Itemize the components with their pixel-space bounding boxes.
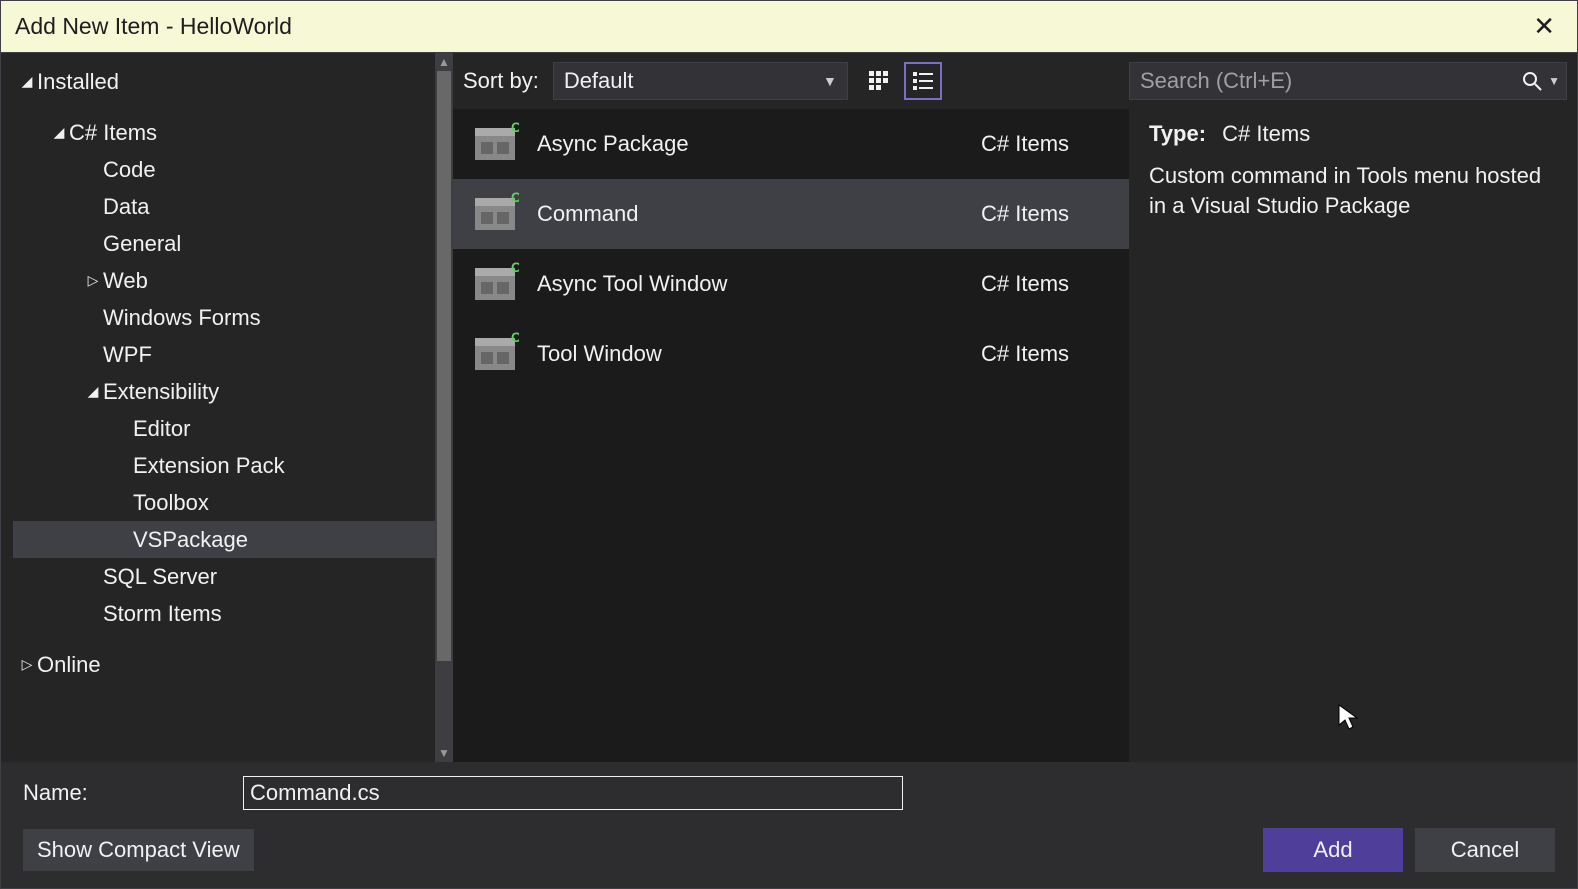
package-icon: C#	[471, 190, 519, 238]
svg-text:C#: C#	[511, 190, 519, 205]
tree-label: General	[103, 231, 181, 257]
tree-scrollbar[interactable]: ▲ ▼	[435, 53, 453, 762]
template-description: Custom command in Tools menu hosted in a…	[1149, 161, 1557, 220]
main-area: ◢ Installed ◢ C# Items Code Data	[1, 53, 1577, 762]
search-icon	[1522, 71, 1542, 91]
chevron-down-icon: ◢	[49, 124, 69, 141]
sortby-label: Sort by:	[463, 68, 539, 94]
template-name: Tool Window	[537, 341, 963, 367]
tree-item-online[interactable]: ▷ Online	[13, 646, 435, 683]
tree-item-data[interactable]: Data	[13, 188, 435, 225]
tree-item-extpack[interactable]: Extension Pack	[13, 447, 435, 484]
tree-item-storm[interactable]: Storm Items	[13, 595, 435, 632]
chevron-down-icon[interactable]: ▼	[1548, 74, 1560, 88]
tree-label: Windows Forms	[103, 305, 261, 331]
window-title: Add New Item - HelloWorld	[15, 13, 292, 40]
template-category: C# Items	[981, 341, 1111, 367]
tree-label: Web	[103, 268, 148, 294]
grid-view-button[interactable]	[860, 62, 898, 100]
scroll-up-icon[interactable]: ▲	[435, 53, 453, 71]
name-input[interactable]	[243, 776, 903, 810]
tree-item-winforms[interactable]: Windows Forms	[13, 299, 435, 336]
tree-item-sqlserver[interactable]: SQL Server	[13, 558, 435, 595]
template-category: C# Items	[981, 201, 1111, 227]
template-name: Command	[537, 201, 963, 227]
name-row: Name:	[23, 776, 1555, 810]
tree-item-extensibility[interactable]: ◢ Extensibility	[13, 373, 435, 410]
chevron-right-icon: ▷	[17, 656, 37, 673]
category-tree[interactable]: ◢ Installed ◢ C# Items Code Data	[1, 53, 435, 762]
tree-item-web[interactable]: ▷ Web	[13, 262, 435, 299]
dialog-body: ◢ Installed ◢ C# Items Code Data	[1, 53, 1577, 888]
tree-label: C# Items	[69, 120, 157, 146]
template-row-command[interactable]: C# Command C# Items	[453, 179, 1129, 249]
view-mode-toggle	[860, 62, 942, 100]
template-category: C# Items	[981, 131, 1111, 157]
template-row-async-package[interactable]: C# Async Package C# Items	[453, 109, 1129, 179]
scroll-down-icon[interactable]: ▼	[435, 744, 453, 762]
svg-text:C#: C#	[511, 120, 519, 135]
tree-label: VSPackage	[133, 527, 248, 553]
search-box[interactable]: ▼	[1129, 62, 1567, 100]
sortby-dropdown[interactable]: Default ▼	[553, 62, 848, 100]
show-compact-view-button[interactable]: Show Compact View	[23, 829, 254, 871]
cancel-button[interactable]: Cancel	[1415, 828, 1555, 872]
tree-label: Installed	[37, 69, 119, 95]
template-row-async-tool-window[interactable]: C# Async Tool Window C# Items	[453, 249, 1129, 319]
detail-pane: ▼ Type: C# Items Custom command in Tools…	[1129, 53, 1577, 762]
chevron-down-icon: ▼	[823, 73, 837, 89]
template-list[interactable]: C# Async Package C# Items C# Command C# …	[453, 109, 1129, 762]
grid-icon	[868, 70, 890, 92]
add-button[interactable]: Add	[1263, 828, 1403, 872]
tree-label: Code	[103, 157, 156, 183]
scroll-thumb[interactable]	[437, 71, 451, 661]
tree-item-editor[interactable]: Editor	[13, 410, 435, 447]
titlebar: Add New Item - HelloWorld ✕	[1, 1, 1577, 53]
type-value: C# Items	[1222, 121, 1310, 146]
category-tree-pane: ◢ Installed ◢ C# Items Code Data	[1, 53, 453, 762]
list-view-button[interactable]	[904, 62, 942, 100]
svg-text:C#: C#	[511, 330, 519, 345]
package-icon: C#	[471, 120, 519, 168]
detail-body: Type: C# Items Custom command in Tools m…	[1129, 109, 1577, 232]
tree-item-toolbox[interactable]: Toolbox	[13, 484, 435, 521]
template-category: C# Items	[981, 271, 1111, 297]
tree-item-general[interactable]: General	[13, 225, 435, 262]
tree-label: Editor	[133, 416, 190, 442]
bottom-bar: Name: Show Compact View Add Cancel	[1, 762, 1577, 888]
tree-label: Storm Items	[103, 601, 222, 627]
chevron-right-icon: ▷	[83, 272, 103, 289]
template-pane: Sort by: Default ▼	[453, 53, 1129, 762]
tree-label: Data	[103, 194, 149, 220]
tree-label: Online	[37, 652, 101, 678]
search-row: ▼	[1129, 53, 1577, 109]
type-label: Type:	[1149, 121, 1206, 146]
package-icon: C#	[471, 330, 519, 378]
tree-label: SQL Server	[103, 564, 217, 590]
tree-label: Extension Pack	[133, 453, 285, 479]
tree-item-vspackage[interactable]: VSPackage	[13, 521, 435, 558]
svg-text:C#: C#	[511, 260, 519, 275]
tree-label: WPF	[103, 342, 152, 368]
sortby-value: Default	[564, 68, 634, 94]
tree-item-installed[interactable]: ◢ Installed	[13, 63, 435, 100]
template-name: Async Package	[537, 131, 963, 157]
tree-item-csharp[interactable]: ◢ C# Items	[13, 114, 435, 151]
template-row-tool-window[interactable]: C# Tool Window C# Items	[453, 319, 1129, 389]
chevron-down-icon: ◢	[83, 383, 103, 400]
close-icon[interactable]: ✕	[1525, 7, 1563, 46]
tree-item-wpf[interactable]: WPF	[13, 336, 435, 373]
template-name: Async Tool Window	[537, 271, 963, 297]
template-toolbar: Sort by: Default ▼	[453, 53, 1129, 109]
tree-label: Toolbox	[133, 490, 209, 516]
package-icon: C#	[471, 260, 519, 308]
add-new-item-dialog: Add New Item - HelloWorld ✕ ◢ Installed …	[0, 0, 1578, 889]
tree-item-code[interactable]: Code	[13, 151, 435, 188]
search-input[interactable]	[1140, 68, 1522, 94]
name-label: Name:	[23, 780, 243, 806]
button-row: Show Compact View Add Cancel	[23, 828, 1555, 872]
list-icon	[912, 70, 934, 92]
chevron-down-icon: ◢	[17, 73, 37, 90]
tree-label: Extensibility	[103, 379, 219, 405]
